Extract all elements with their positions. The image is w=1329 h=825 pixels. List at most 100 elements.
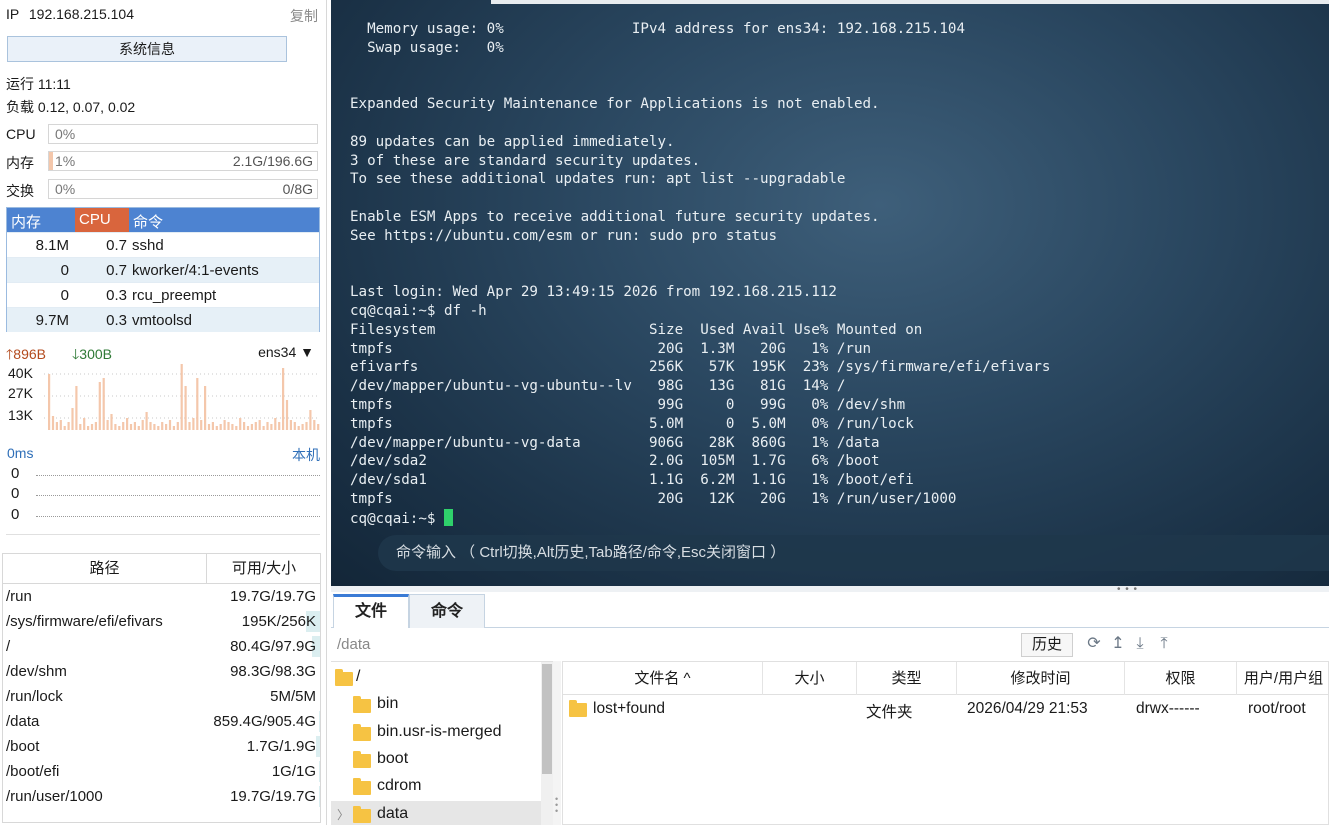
process-row[interactable]: 0 0.3 rcu_preempt [7,282,319,307]
disk-row[interactable]: / 80.4G/97.9G [3,634,320,659]
network-bar [207,424,211,430]
process-row[interactable]: 0 0.7 kworker/4:1-events [7,257,319,282]
tree-scrollbar[interactable] [541,662,553,825]
network-bar [184,386,187,430]
network-bar [63,426,66,430]
history-button[interactable]: 历史 [1021,633,1073,657]
file-type: 文件夹 [866,704,913,721]
network-bar [165,424,168,430]
col-name[interactable]: 文件名 ^ [563,662,763,695]
file-row[interactable]: lost+found 文件夹 2026/04/29 21:53 drwx----… [563,695,1329,723]
network-bar [90,424,94,430]
tree-item[interactable]: 〉 data [331,800,541,825]
tree-item-label: cdrom [377,777,422,795]
load-average: 负载 0.12, 0.07, 0.02 [6,99,136,115]
folder-icon [353,723,371,741]
network-bar [219,424,222,430]
system-info-button[interactable]: 系统信息 [7,36,287,62]
directory-tree: / bin bin.usr-is-merged boot cdrom 〉 data [331,661,553,825]
tab-files[interactable]: 文件 [333,594,409,628]
chevron-down-icon: ▼ [300,344,314,360]
refresh-icon[interactable]: ⟳ [1085,635,1103,653]
disk-usage-bar [319,786,320,807]
terminal[interactable]: Memory usage: 0% IPv4 address for ens34:… [331,0,1329,586]
col-size[interactable]: 大小 [763,662,857,695]
ping-target[interactable]: 本机 [292,445,320,465]
network-bar [176,422,179,430]
disk-row[interactable]: /data 859.4G/905.4G [3,709,320,734]
network-bar [180,364,183,430]
disk-size: 859.4G/905.4G [213,713,316,730]
current-path[interactable]: /data [337,636,370,653]
process-mem: 0 [60,262,69,279]
network-bar [262,426,265,430]
sort-by-cpu[interactable]: CPU [75,208,129,232]
disk-row[interactable]: /run/lock 5M/5M [3,684,320,709]
network-bar [157,426,160,430]
network-bar [67,422,70,430]
tree-item[interactable]: bin [331,691,541,718]
folder-icon [335,669,353,686]
tab-commands[interactable]: 命令 [409,594,485,628]
process-cpu: 0.3 [106,312,127,329]
ping-value: 0 [11,506,20,523]
path-bar: /data 历史 ⟳ ↥ ⤓ ⤒ [331,629,1329,659]
download-icon[interactable]: ⤓ [1131,635,1149,653]
disk-row[interactable]: /boot/efi 1G/1G [3,759,320,784]
network-bar [305,422,308,430]
swap-meter-total: 0/8G [282,181,313,197]
memory-meter-label: 内存 [6,155,34,171]
process-row[interactable]: 9.7M 0.3 vmtoolsd [7,307,319,332]
network-bar [59,420,62,430]
folder-icon [353,750,371,768]
network-bar [239,418,242,430]
network-bar [94,422,97,430]
disk-table-header: 路径 可用/大小 [3,554,320,584]
tree-item[interactable]: boot [331,746,541,773]
disk-row[interactable]: /sys/firmware/efi/efivars 195K/256K [3,609,320,634]
network-bar [118,426,121,430]
monitor-sidebar: IP 192.168.215.104 复制 系统信息 运行 11:11 负载 0… [0,0,327,825]
col-type[interactable]: 类型 [857,662,957,695]
disk-row[interactable]: /boot 1.7G/1.9G [3,734,320,759]
col-owner[interactable]: 用户/用户组 [1237,662,1329,695]
sort-by-memory[interactable]: 内存 [11,211,41,232]
tree-scrollbar-thumb[interactable] [542,664,552,774]
ping-panel: 0ms 本机 0 0 0 [6,443,320,535]
interface-select[interactable]: ens34 ▼ [258,344,314,360]
network-bar [258,420,261,430]
tree-list-splitter[interactable]: • • • [553,661,561,825]
network-bar [231,424,234,430]
disk-row[interactable]: /dev/shm 98.3G/98.3G [3,659,320,684]
disk-usage-bar [319,711,320,732]
sort-by-command[interactable]: 命令 [133,211,163,232]
tree-item[interactable]: bin.usr-is-merged [331,719,541,746]
tree-item[interactable]: cdrom [331,773,541,800]
disk-row[interactable]: /run 19.7G/19.7G [3,584,320,609]
col-perm[interactable]: 权限 [1125,662,1237,695]
chevron-right-icon[interactable]: 〉 [337,806,349,823]
tree-item[interactable]: / [331,664,541,691]
process-mem: 0 [60,287,69,304]
ip-address: 192.168.215.104 [28,6,134,22]
disk-size: 1G/1G [271,763,316,780]
network-bar [79,424,82,430]
process-row[interactable]: 8.1M 0.7 sshd [7,232,319,257]
network-bar [250,424,253,430]
copy-ip-link[interactable]: 复制 [290,6,318,26]
tree-item-label: data [377,804,409,822]
net-y-label: 27K [8,385,33,401]
command-input-bar[interactable]: 命令输入 （ Ctrl切换,Alt历史,Tab路径/命令,Esc关闭窗口 ） [378,535,1329,571]
process-cmd: sshd [132,237,164,254]
network-bar [313,420,316,430]
net-y-label: 40K [8,365,33,381]
disk-path-header[interactable]: 路径 [3,554,207,584]
upload-icon[interactable]: ⤒ [1155,635,1173,653]
up-directory-icon[interactable]: ↥ [1109,635,1127,653]
ping-line [36,475,320,476]
col-mtime[interactable]: 修改时间 [957,662,1125,695]
network-bar [172,426,175,430]
disk-size-header[interactable]: 可用/大小 [208,554,320,584]
swap-meter: 交换 0% 0/8G [6,179,320,199]
disk-row[interactable]: /run/user/1000 19.7G/19.7G [3,784,320,809]
